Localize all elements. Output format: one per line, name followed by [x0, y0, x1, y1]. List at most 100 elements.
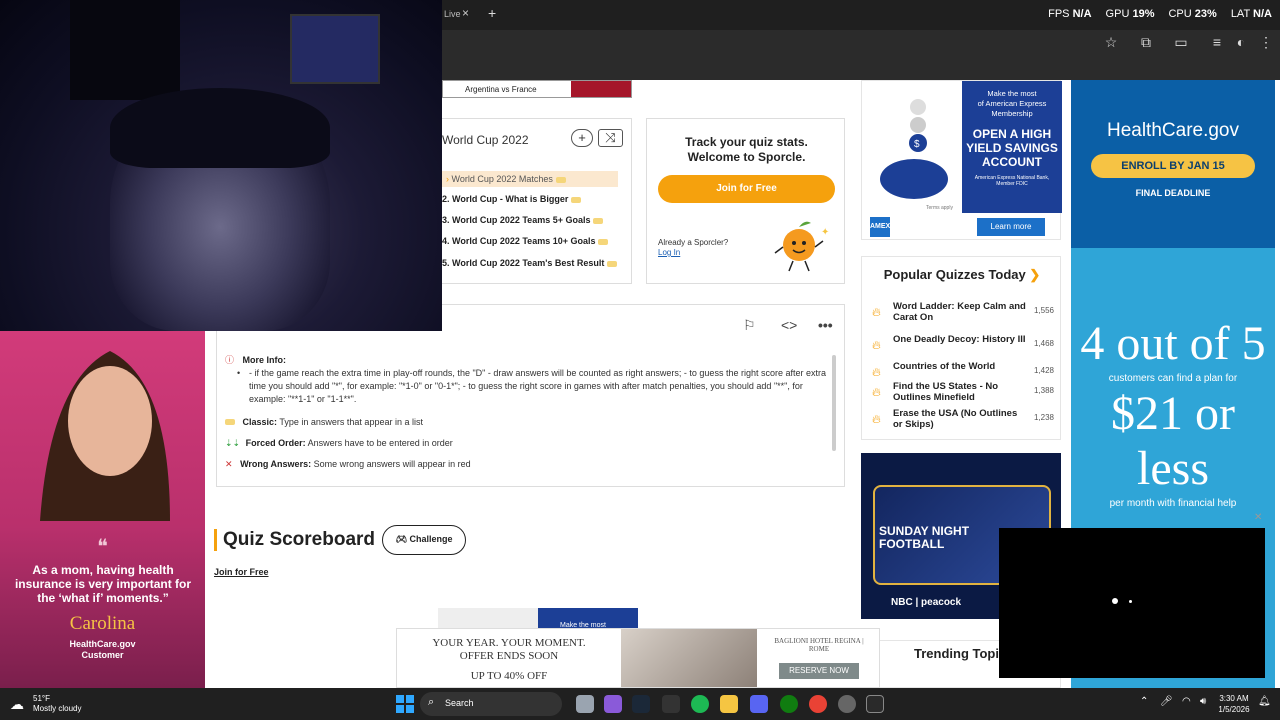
xbox-icon[interactable] — [780, 695, 798, 713]
performance-overlay: FPS N/A GPU 19% CPU 23% LAT N/A — [1048, 8, 1272, 20]
file-explorer-icon[interactable] — [720, 695, 738, 713]
new-tab-button[interactable]: + — [488, 5, 496, 21]
hc-name: Carolina — [69, 613, 136, 634]
scoreboard-title: Quiz Scoreboard — [214, 529, 375, 551]
reading-list-icon[interactable]: ≡ — [1207, 32, 1227, 52]
star-icon[interactable]: ☆ — [1101, 32, 1121, 52]
hotel-ad[interactable]: YOUR YEAR. YOUR MOMENT. OFFER ENDS SOON … — [396, 628, 880, 688]
lat-readout: LAT N/A — [1230, 8, 1272, 20]
copilot-icon[interactable] — [604, 695, 622, 713]
related-quizzes-panel: World Cup 2022 + ⤨ › World Cup 2022 Matc… — [442, 118, 632, 284]
classic-icon — [225, 419, 235, 425]
flame-icon: 🔥︎ — [872, 385, 881, 399]
volume-icon[interactable]: 🔊︎ — [1200, 696, 1206, 707]
amex-ad[interactable]: $ Make the most of American Express Memb… — [861, 80, 1062, 240]
nfl-networks: NBC | peacock — [891, 597, 962, 608]
tab-title[interactable]: Live — [444, 9, 461, 19]
join-for-free-link[interactable]: Join for Free — [214, 567, 269, 577]
wrong-answers-icon: ✕ — [225, 459, 233, 469]
related-item[interactable]: 3. World Cup 2022 Teams 5+ Goals — [442, 215, 604, 225]
chrome-icon[interactable] — [809, 695, 827, 713]
clock[interactable]: 3:30 AM 1/5/2026 — [1216, 693, 1252, 715]
microphone-icon[interactable]: 🎤︎ — [1160, 696, 1173, 707]
related-item[interactable]: 5. World Cup 2022 Team's Best Result — [442, 258, 618, 268]
gpu-readout: GPU 19% — [1105, 8, 1155, 20]
discord-icon[interactable] — [750, 695, 768, 713]
task-view-icon[interactable] — [576, 695, 594, 713]
already-sporcler: Already a Sporcler? Log In — [658, 238, 729, 257]
hc-headline: 4 out of 5 — [1080, 317, 1266, 370]
more-options-icon[interactable]: ••• — [818, 317, 833, 333]
reserve-now-button[interactable]: RESERVE NOW — [779, 663, 859, 679]
match-bar: Argentina vs France — [442, 80, 632, 98]
match-label: Argentina vs France — [465, 85, 537, 94]
match-color-block — [571, 81, 631, 97]
hc-quote: As a mom, having health insurance is ver… — [14, 563, 192, 605]
healthcare-video-ad[interactable]: ❝ As a mom, having health insurance is v… — [0, 331, 205, 688]
related-item[interactable]: › World Cup 2022 Matches — [442, 171, 618, 187]
app-icon[interactable] — [838, 695, 856, 713]
amex-ad-partial[interactable]: Make the most — [438, 608, 638, 629]
hotel-photo — [621, 629, 757, 687]
windows-start-icon[interactable] — [396, 695, 414, 713]
flame-icon: 🔥︎ — [872, 365, 881, 379]
steam-icon[interactable] — [632, 695, 650, 713]
more-info-text: • - if the game reach the extra time in … — [237, 368, 826, 404]
weather-widget[interactable]: 51°F Mostly cloudy — [33, 694, 81, 714]
amex-panel: Make the most of American Express Member… — [962, 81, 1062, 213]
windows-taskbar: ☁ 51°F Mostly cloudy ⌕ Search ⌃ 🎤︎ ◠ 🔊︎ … — [0, 688, 1280, 720]
notification-icon[interactable]: 🔔︎ — [1258, 696, 1271, 707]
related-item[interactable]: 2. World Cup - What is Bigger — [442, 194, 582, 204]
popular-quiz-item[interactable]: 🔥︎ Find the US States - No Outlines Mine… — [872, 381, 1054, 407]
add-icon[interactable]: + — [571, 129, 593, 147]
weather-icon[interactable]: ☁ — [10, 696, 24, 713]
info-scrollbar[interactable] — [832, 355, 836, 451]
popular-quiz-item[interactable]: 🔥︎ One Deadly Decoy: History III 1,468 — [872, 334, 1054, 360]
flag-icon[interactable]: ⚐ — [743, 317, 756, 334]
enroll-button[interactable]: ENROLL BY JAN 15 — [1091, 154, 1255, 178]
mini-video-player[interactable] — [999, 528, 1265, 678]
split-view-icon[interactable]: ▭ — [1171, 32, 1191, 52]
wifi-icon[interactable]: ◠ — [1182, 696, 1191, 707]
embed-icon[interactable]: <> — [781, 317, 797, 333]
epic-games-icon[interactable] — [662, 695, 680, 713]
amex-logo: AMEX — [870, 217, 890, 237]
healthcare-brand: HealthCare.gov — [1106, 120, 1240, 141]
flame-icon: 🔥︎ — [872, 338, 881, 352]
tab-close-icon[interactable]: × — [462, 6, 469, 20]
piggy-bank-icon: $ — [880, 99, 948, 199]
taskbar-search[interactable]: ⌕ Search — [420, 692, 562, 716]
healthcare-ad-top[interactable]: HealthCare.gov ENROLL BY JAN 15 FINAL DE… — [1071, 80, 1275, 248]
info-icon: ⓘ — [225, 355, 235, 365]
profile-icon[interactable]: ◐ — [1231, 32, 1251, 52]
svg-text:✦: ✦ — [821, 227, 829, 238]
close-ad-icon[interactable]: ✕ — [1254, 512, 1262, 523]
orange-mascot-icon: ✦ — [774, 221, 829, 272]
forced-order-icon: ⇣⇣ — [225, 438, 241, 448]
menu-icon[interactable]: ⋮ — [1256, 32, 1276, 52]
spotify-icon[interactable] — [691, 695, 709, 713]
popular-quiz-item[interactable]: 🔥︎ Erase the USA (No Outlines or Skips) … — [872, 408, 1054, 434]
loading-dot — [1129, 600, 1132, 603]
shuffle-icon[interactable]: ⤨ — [598, 129, 623, 147]
more-info-row: ⓘ More Info: — [225, 355, 287, 365]
related-item[interactable]: 4. World Cup 2022 Teams 10+ Goals — [442, 236, 609, 246]
popular-quiz-item[interactable]: 🔥︎ Word Ladder: Keep Calm and Carat On 1… — [872, 301, 1054, 327]
fps-readout: FPS N/A — [1048, 8, 1092, 20]
login-link[interactable]: Log In — [658, 248, 680, 257]
join-for-free-button[interactable]: Join for Free — [658, 175, 835, 203]
popular-title[interactable]: Popular Quizzes Today ❯ — [862, 267, 1062, 283]
classic-row: Classic: Type in answers that appear in … — [225, 417, 423, 427]
popular-quizzes-panel: Popular Quizzes Today ❯ 🔥︎ Word Ladder: … — [861, 256, 1061, 440]
tray-chevron-icon[interactable]: ⌃ — [1140, 696, 1148, 707]
learn-more-button[interactable]: Learn more — [977, 218, 1045, 236]
epic-games-active-icon[interactable] — [866, 695, 884, 713]
forced-order-row: ⇣⇣ Forced Order: Answers have to be ente… — [225, 438, 453, 448]
hc-price: $21 or less — [1111, 387, 1235, 495]
woman-photo — [40, 351, 170, 521]
extensions-icon[interactable]: ⧉ — [1136, 32, 1156, 52]
challenge-button[interactable]: 🎮︎ Challenge — [382, 525, 466, 555]
trending-title: Trending Topic — [914, 646, 1007, 661]
flame-icon: 🔥︎ — [872, 305, 881, 319]
nfl-title: SUNDAY NIGHT FOOTBALL — [879, 524, 970, 551]
